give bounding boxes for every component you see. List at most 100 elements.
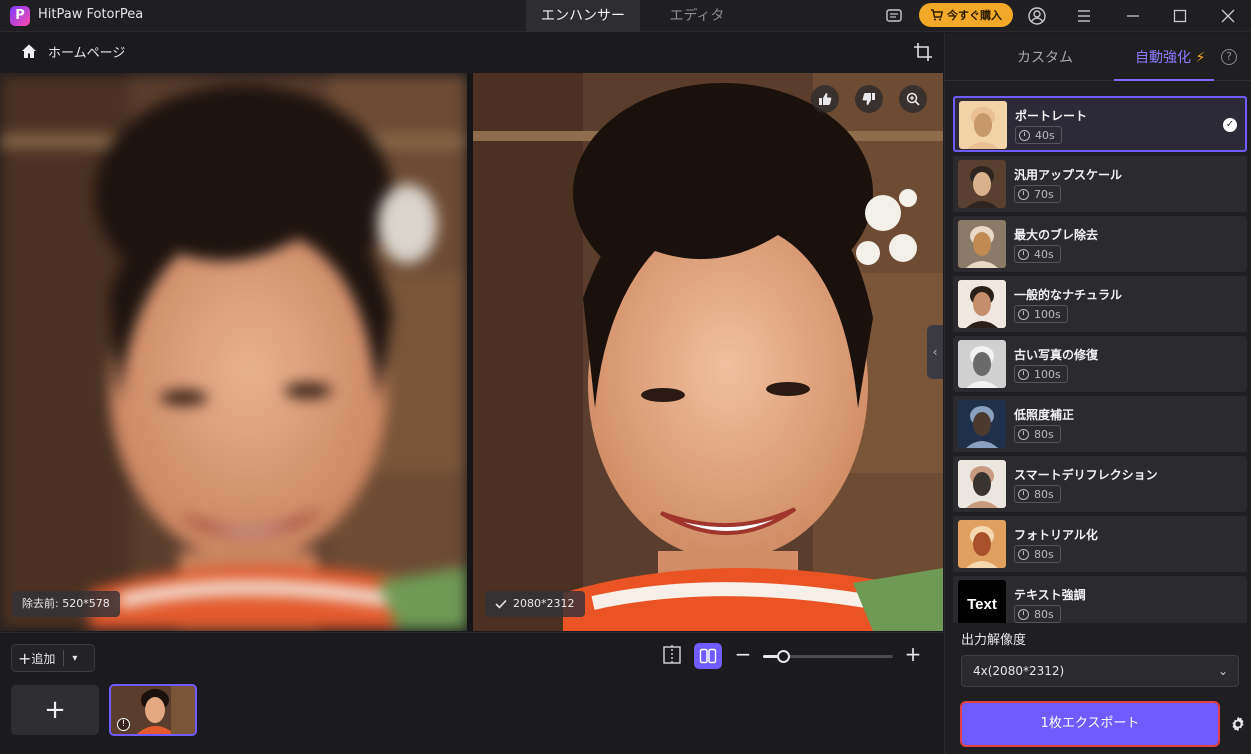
model-name: 最大のブレ除去 [1014, 228, 1099, 242]
buy-now-button[interactable]: 今すぐ購入 [919, 3, 1013, 27]
image-thumbnail[interactable]: ! [109, 684, 197, 736]
app-title: HitPaw FotorPea [38, 7, 144, 22]
model-name: 古い写真の修復 [1014, 348, 1099, 362]
thumbs-up-button[interactable] [811, 85, 839, 113]
model-option[interactable]: ポートレート 40s ✓ [953, 96, 1247, 152]
model-time: 80s [1034, 547, 1054, 561]
model-time-badge: 40s [1014, 245, 1061, 263]
menu-icon[interactable] [1072, 4, 1096, 28]
app-logo: P [10, 6, 30, 26]
model-thumbnail [958, 460, 1006, 508]
side-by-side-view-button[interactable] [694, 643, 722, 669]
model-option[interactable]: 低照度補正 80s [953, 396, 1247, 452]
bottom-toolbar: + 追加 ▾ − + + ! [0, 632, 943, 754]
model-thumbnail [958, 340, 1006, 388]
model-time-badge: 40s [1015, 126, 1062, 144]
model-thumbnail-text: Text [958, 580, 1006, 623]
model-option[interactable]: 古い写真の修復 100s [953, 336, 1247, 392]
help-icon[interactable]: ? [1221, 49, 1237, 65]
model-option[interactable]: 最大のブレ除去 40s [953, 216, 1247, 272]
enhanced-photo [473, 73, 943, 631]
zoom-in-button[interactable] [899, 85, 927, 113]
thumbs-down-icon [862, 93, 875, 105]
collapse-panel-button[interactable]: ‹ [927, 325, 943, 379]
model-option[interactable]: 一般的なナチュラル 100s [953, 276, 1247, 332]
tab-editor[interactable]: エディタ [640, 0, 754, 32]
chevron-down-icon[interactable]: ▾ [72, 653, 77, 664]
model-time-badge: 80s [1014, 545, 1061, 563]
zoom-in-plus-button[interactable]: + [903, 643, 923, 665]
clock-icon [1018, 548, 1029, 560]
model-time-badge: 80s [1014, 485, 1061, 503]
tab-auto-enhance[interactable]: 自動強化 ⚡ [1135, 47, 1205, 67]
model-time-badge: 70s [1014, 185, 1061, 203]
model-time-badge: 100s [1014, 305, 1068, 323]
clock-icon [1018, 368, 1029, 380]
crop-icon[interactable] [912, 41, 934, 63]
model-option[interactable]: Text テキスト強調 80s [953, 576, 1247, 623]
model-option[interactable]: 汎用アップスケール 70s [953, 156, 1247, 212]
model-thumbnail [958, 220, 1006, 268]
zoom-slider[interactable] [763, 650, 893, 663]
model-thumbnail [958, 520, 1006, 568]
model-name: スマートデリフレクション [1014, 468, 1158, 482]
original-photo [0, 73, 467, 631]
enhanced-image-pane: 2080*2312 [473, 73, 943, 631]
clock-icon [1019, 129, 1030, 141]
zoom-slider-thumb[interactable] [776, 650, 790, 663]
output-resolution-value: 4x(2080*2312) [973, 664, 1065, 678]
model-time: 100s [1034, 367, 1061, 381]
output-resolution-label: 出力解像度 [961, 633, 1027, 648]
home-link[interactable]: ホームページ [48, 42, 125, 61]
original-image-pane: 除去前: 520*578 [0, 73, 467, 631]
output-resolution-select[interactable]: 4x(2080*2312) ⌄ [961, 655, 1239, 687]
thumbs-down-button[interactable] [855, 85, 883, 113]
model-time-badge: 80s [1014, 605, 1061, 623]
model-time: 100s [1034, 307, 1061, 321]
model-thumbnail: Text [958, 580, 1006, 623]
model-name: フォトリアル化 [1014, 528, 1098, 542]
info-icon[interactable]: ! [117, 718, 130, 731]
model-thumbnail [959, 101, 1007, 149]
original-resolution-text: 除去前: 520*578 [22, 597, 110, 610]
thumbs-up-icon [819, 93, 832, 105]
plus-icon: + [44, 695, 66, 725]
cart-icon [931, 9, 943, 21]
breadcrumb: ホームページ [0, 33, 943, 70]
check-circle-icon: ✓ [1223, 118, 1237, 132]
model-time-badge: 100s [1014, 365, 1068, 383]
maximize-icon[interactable] [1168, 4, 1192, 28]
home-icon[interactable] [20, 42, 38, 60]
model-option[interactable]: フォトリアル化 80s [953, 516, 1247, 572]
model-thumbnail [958, 160, 1006, 208]
clock-icon [1018, 188, 1029, 200]
mode-tabs: エンハンサー エディタ [526, 0, 754, 32]
account-icon[interactable] [1025, 4, 1049, 28]
clock-icon [1018, 248, 1029, 260]
lightning-icon: ⚡ [1195, 50, 1206, 66]
original-resolution-badge: 除去前: 520*578 [12, 591, 120, 617]
model-list: ポートレート 40s ✓ 汎用アップスケール 70s 最大のブレ除去 40s 一般的なナチュラ… [953, 96, 1247, 623]
clock-icon [1018, 608, 1029, 620]
enhanced-resolution-text: 2080*2312 [513, 597, 575, 610]
gear-icon[interactable] [1229, 715, 1247, 733]
split-view-icon[interactable] [661, 644, 683, 666]
minimize-icon[interactable] [1121, 4, 1145, 28]
close-icon[interactable] [1216, 4, 1240, 28]
model-name: 一般的なナチュラル [1014, 288, 1123, 302]
model-time: 40s [1035, 128, 1055, 142]
feedback-icon[interactable] [882, 4, 906, 28]
model-option[interactable]: スマートデリフレクション 80s [953, 456, 1247, 512]
tab-enhancer[interactable]: エンハンサー [526, 0, 640, 32]
zoom-out-button[interactable]: − [734, 643, 752, 665]
panel-tabs: カスタム 自動強化 ⚡ ? [945, 33, 1251, 81]
add-button[interactable]: + 追加 ▾ [11, 644, 95, 672]
add-image-tile[interactable]: + [11, 685, 99, 735]
chevron-down-icon: ⌄ [1217, 664, 1228, 678]
title-bar: P HitPaw FotorPea エンハンサー エディタ 今すぐ購入 [0, 0, 1251, 32]
model-thumbnail [958, 400, 1006, 448]
model-time: 80s [1034, 487, 1054, 501]
export-button[interactable]: 1枚エクスポート [960, 701, 1220, 747]
tab-custom[interactable]: カスタム [1017, 47, 1073, 67]
buy-now-label: 今すぐ購入 [947, 9, 1002, 22]
